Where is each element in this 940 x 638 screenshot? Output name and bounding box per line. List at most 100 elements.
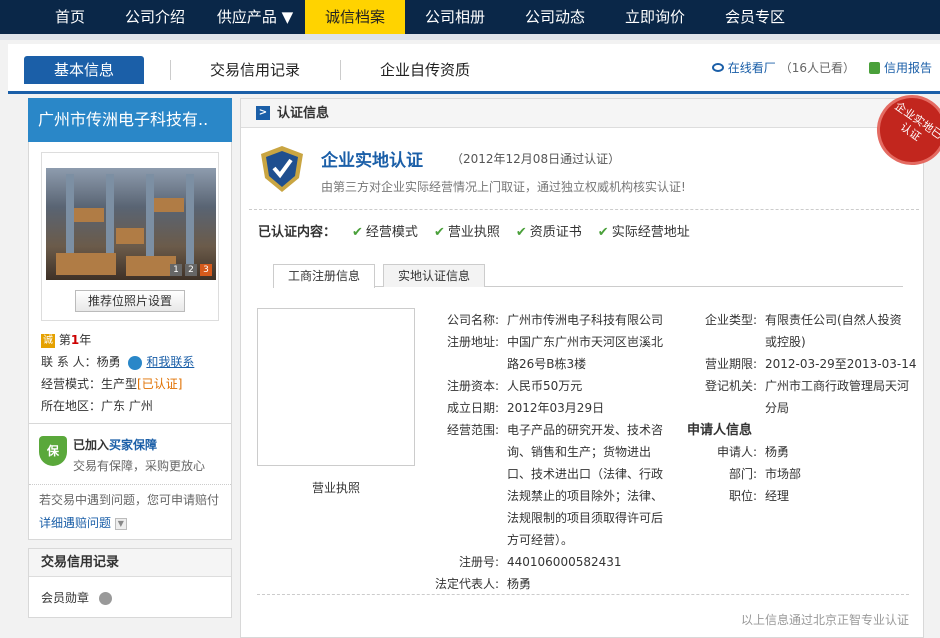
nav-products[interactable]: 供应产品 ▼ <box>205 0 305 34</box>
certified-items: 已认证内容： ✔ 经营模式 ✔ 营业执照 ✔ 资质证书 ✔ 实际经营地址 <box>258 221 690 240</box>
online-factory-link[interactable]: 在线看厂 <box>728 59 776 76</box>
section-title: 认证信息 <box>277 106 330 121</box>
scope-value: 电子产品的研究开发、技术咨询、销售和生产；货物进出口、技术进出口（法律、行政法规… <box>507 423 664 547</box>
certified-item: ✔ 经营模式 <box>352 221 418 240</box>
photo-frame: 1 2 3 推荐位照片设置 <box>41 152 219 321</box>
capital-label: 注册资本: <box>446 379 499 393</box>
certified-seal-badge: 企业实地已认证 <box>863 81 940 179</box>
check-icon: ✔ <box>515 225 527 240</box>
medal-icon <box>98 592 112 605</box>
years-value: 1 <box>70 333 80 347</box>
department-value: 市场部 <box>765 467 802 481</box>
business-licence-image[interactable] <box>257 308 415 466</box>
company-info: 诚 第1年 联 系 人：杨勇 和我联系 经营模式：生产型[已认证] 所在地区：广… <box>39 321 221 417</box>
nav-home[interactable]: 首页 <box>35 0 105 34</box>
sub-nav: 基本信息 交易信用记录 企业自传资质 在线看厂 （16人已看） 信用报告 <box>8 44 940 94</box>
certified-item: ✔ 资质证书 <box>516 221 582 240</box>
tab-business-registration[interactable]: 工商注册信息 <box>273 264 376 288</box>
eye-icon <box>711 63 724 72</box>
certification-footer: 以上信息通过北京正智专业认证 <box>740 613 909 627</box>
certified-item-label: 营业执照 <box>447 225 500 240</box>
photo-settings-button[interactable]: 推荐位照片设置 <box>75 290 185 312</box>
factory-photo[interactable]: 1 2 3 <box>46 168 216 280</box>
reg-no-label: 注册号: <box>458 555 499 569</box>
reg-no-value: 440106000582431 <box>507 555 622 569</box>
authority-value: 广州市工商行政管理局天河分局 <box>765 379 910 415</box>
tab-trade-credit[interactable]: 交易信用记录 <box>190 56 320 84</box>
contact-label: 联 系 人： <box>41 355 97 369</box>
info-tabs: 工商注册信息 实地认证信息 <box>273 264 903 288</box>
buyer-desc: 交易有保障，采购更放心 <box>73 459 206 473</box>
applicant-info: 申请人: 杨勇 部门: 市场部 职位: 经理 <box>687 441 917 511</box>
certification-panel: > 认证信息 企业实地已认证 企业实地认证 （2012年12月08日通过认证） … <box>240 81 940 638</box>
certified-label: 已认证内容： <box>258 225 337 240</box>
company-name-value: 广州市传洲电子科技有限公司 <box>507 313 664 327</box>
photo-page-3[interactable]: 3 <box>200 264 212 276</box>
credit-report-link[interactable]: 信用报告 <box>884 59 932 76</box>
report-icon <box>868 61 880 74</box>
nav-album[interactable]: 公司相册 <box>405 0 505 34</box>
medal-label: 会员勋章 <box>41 591 90 605</box>
years-suffix: 年 <box>79 333 92 347</box>
legal-rep-value: 杨勇 <box>507 577 532 591</box>
buyer-protection: 保 已加入买家保障 交易有保障，采购更放心 若交易中遇到问题，您可申请赔付 详细… <box>28 424 232 540</box>
company-type-value: 有限责任公司(自然人投资或控股) <box>765 313 902 349</box>
photo-page-1[interactable]: 1 <box>170 264 182 276</box>
tab-divider <box>170 60 171 80</box>
cert-title: 企业实地认证 <box>321 151 423 171</box>
address-label: 注册地址: <box>446 335 499 349</box>
scope-label: 经营范围: <box>446 423 499 437</box>
header-links: 在线看厂 （16人已看） 信用报告 <box>711 59 932 76</box>
cheng-icon: 诚 <box>41 333 55 348</box>
applicant-name-label: 申请人: <box>716 445 757 459</box>
region-label: 所在地区： <box>41 399 102 413</box>
position-value: 经理 <box>765 489 790 503</box>
capital-value: 人民币50万元 <box>507 379 583 393</box>
nav-inquiry[interactable]: 立即询价 <box>605 0 705 34</box>
shield-check-icon <box>261 146 303 192</box>
nav-member[interactable]: 会员专区 <box>705 0 805 34</box>
claim-text: 若交易中遇到问题，您可申请赔付 <box>39 493 220 507</box>
region-value: 广东 广州 <box>101 399 153 413</box>
region-row: 所在地区：广东 广州 <box>41 395 219 417</box>
position-label: 职位: <box>728 489 757 503</box>
registration-info: 公司名称: 广州市传洲电子科技有限公司 注册地址: 中国广东广州市天河区岜溪北路… <box>431 309 671 599</box>
contact-name: 杨勇 <box>96 355 121 369</box>
protection-shield-icon: 保 <box>39 436 67 466</box>
buyer-protection-link[interactable]: 买家保障 <box>109 438 157 452</box>
member-medal-row: 会员勋章 <box>29 577 231 618</box>
certified-item: ✔ 实际经营地址 <box>598 221 690 240</box>
nav-company-intro[interactable]: 公司介绍 <box>105 0 205 34</box>
applicant-title: 申请人信息 <box>687 423 753 438</box>
founded-label: 成立日期: <box>446 401 499 415</box>
tab-self-qualification[interactable]: 企业自传资质 <box>360 56 490 84</box>
period-label: 营业期限: <box>704 357 757 371</box>
contact-me-link[interactable]: 和我联系 <box>146 355 194 369</box>
section-header: > 认证信息 <box>241 99 923 128</box>
membership-years: 诚 第1年 <box>41 329 219 351</box>
photo-page-2[interactable]: 2 <box>185 264 197 276</box>
trade-credit-title: 交易信用记录 <box>29 549 231 577</box>
company-type-label: 企业类型: <box>704 313 757 327</box>
photo-pager: 1 2 3 <box>170 264 212 276</box>
certified-item-label: 经营模式 <box>365 225 418 240</box>
trade-credit-panel: 交易信用记录 会员勋章 <box>28 548 232 618</box>
department-label: 部门: <box>728 467 757 481</box>
years-prefix: 第 <box>58 333 71 347</box>
chat-icon <box>128 355 143 370</box>
company-name-label: 公司名称: <box>446 313 499 327</box>
check-icon: ✔ <box>597 225 609 240</box>
mode-certified-badge: [已认证] <box>137 377 183 391</box>
mode-row: 经营模式：生产型[已认证] <box>41 373 219 395</box>
nav-news[interactable]: 公司动态 <box>505 0 605 34</box>
claim-details-link[interactable]: 详细遇赔问题 <box>39 516 111 530</box>
period-value: 2012-03-29至2013-03-14 <box>765 357 917 371</box>
nav-strip <box>0 34 940 40</box>
chevron-down-icon[interactable]: ▼ <box>114 517 127 530</box>
certified-item-label: 实际经营地址 <box>611 225 690 240</box>
nav-credit-archive[interactable]: 诚信档案 <box>305 0 405 34</box>
check-icon: ✔ <box>352 225 363 240</box>
check-icon: ✔ <box>433 225 445 240</box>
tab-onsite-certification[interactable]: 实地认证信息 <box>383 264 486 287</box>
tab-basic-info[interactable]: 基本信息 <box>24 56 144 84</box>
